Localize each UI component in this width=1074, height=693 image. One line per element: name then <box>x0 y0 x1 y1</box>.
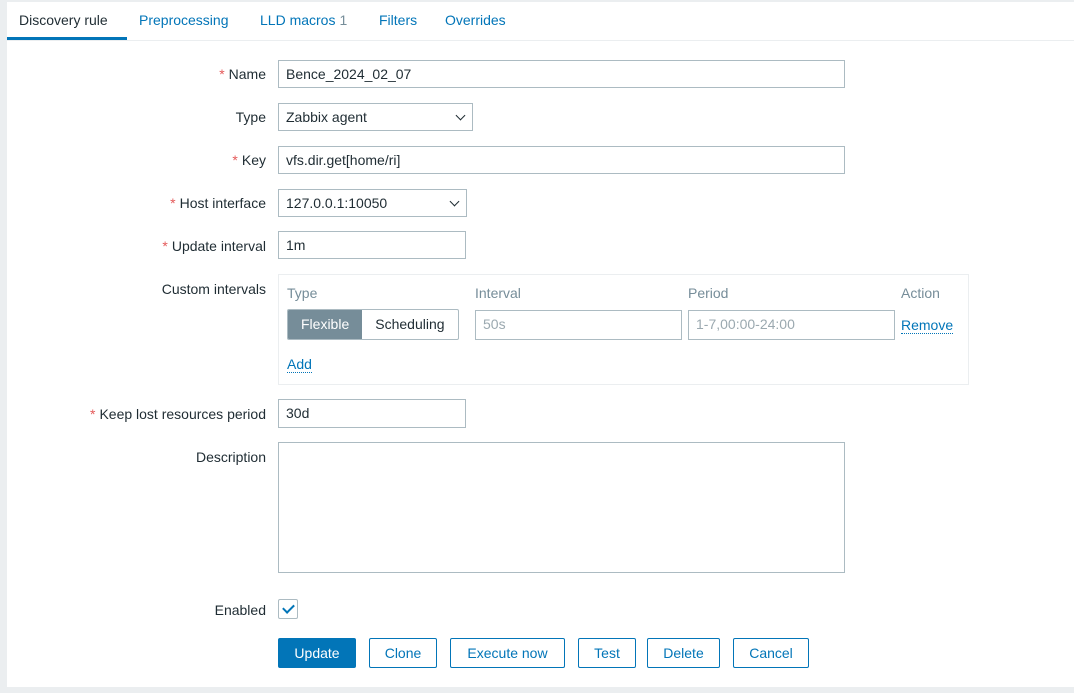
label-text: Update interval <box>171 238 266 254</box>
execute-now-button[interactable]: Execute now <box>450 638 565 668</box>
host-interface-label: * Host interface <box>170 195 266 211</box>
label-text: Name <box>228 66 266 82</box>
test-button[interactable]: Test <box>578 638 636 668</box>
update-interval-label: * Update interval <box>162 238 266 254</box>
tab-discovery-rule[interactable]: Discovery rule <box>19 12 108 28</box>
required-marker: * <box>219 66 225 82</box>
scheduling-option[interactable]: Scheduling <box>362 310 457 339</box>
clone-button[interactable]: Clone <box>369 638 437 668</box>
host-interface-select[interactable]: 127.0.0.1:10050 <box>278 189 467 217</box>
header-action: Action <box>901 285 940 301</box>
label-text: Keep lost resources period <box>99 406 266 422</box>
label-text: Host interface <box>179 195 266 211</box>
cancel-button[interactable]: Cancel <box>733 638 809 668</box>
required-marker: * <box>162 238 168 254</box>
update-button[interactable]: Update <box>278 638 356 668</box>
delete-button[interactable]: Delete <box>647 638 720 668</box>
update-interval-input[interactable]: 1m <box>278 231 466 259</box>
tab-bar: Discovery rule Preprocessing LLD macros 1… <box>7 2 1074 41</box>
name-label: * Name <box>219 66 266 82</box>
required-marker: * <box>170 195 176 211</box>
description-textarea[interactable] <box>278 442 845 573</box>
header-type: Type <box>287 285 318 301</box>
description-label: Description <box>195 449 266 465</box>
remove-link[interactable]: Remove <box>901 317 954 334</box>
key-label: * Key <box>232 152 266 168</box>
type-select[interactable]: Zabbix agent <box>278 103 473 131</box>
required-marker: * <box>232 152 238 168</box>
name-input[interactable]: Bence_2024_02_07 <box>278 60 845 88</box>
period-input[interactable]: 1-7,00:00-24:00 <box>688 310 895 340</box>
tab-lld-macros[interactable]: LLD macros 1 <box>260 12 347 28</box>
form-panel: Discovery rule Preprocessing LLD macros 1… <box>7 2 1074 687</box>
tab-preprocessing[interactable]: Preprocessing <box>139 12 229 28</box>
header-period: Period <box>688 285 729 301</box>
interval-type-toggle: Flexible Scheduling <box>287 309 459 340</box>
flexible-option[interactable]: Flexible <box>288 310 363 339</box>
key-input[interactable]: vfs.dir.get[home/ri] <box>278 146 845 174</box>
check-icon <box>282 601 295 614</box>
add-link[interactable]: Add <box>287 356 312 373</box>
custom-intervals-label: Custom intervals <box>161 281 266 297</box>
label-text: Key <box>241 152 266 168</box>
custom-intervals-table: Type Interval Period Action Flexible Sch… <box>278 274 969 385</box>
header-interval: Interval <box>475 285 521 301</box>
keep-lost-label: * Keep lost resources period <box>90 406 266 422</box>
active-tab-indicator <box>7 37 127 40</box>
enabled-checkbox[interactable] <box>278 599 298 619</box>
keep-lost-input[interactable]: 30d <box>278 399 466 428</box>
tab-filters[interactable]: Filters <box>379 12 417 28</box>
tab-overrides[interactable]: Overrides <box>445 12 506 28</box>
tab-count-badge: 1 <box>339 12 348 28</box>
type-label: Type <box>235 109 266 125</box>
required-marker: * <box>90 406 96 422</box>
interval-input[interactable]: 50s <box>475 310 682 340</box>
tab-label: LLD macros <box>260 12 336 28</box>
enabled-label: Enabled <box>214 602 266 618</box>
